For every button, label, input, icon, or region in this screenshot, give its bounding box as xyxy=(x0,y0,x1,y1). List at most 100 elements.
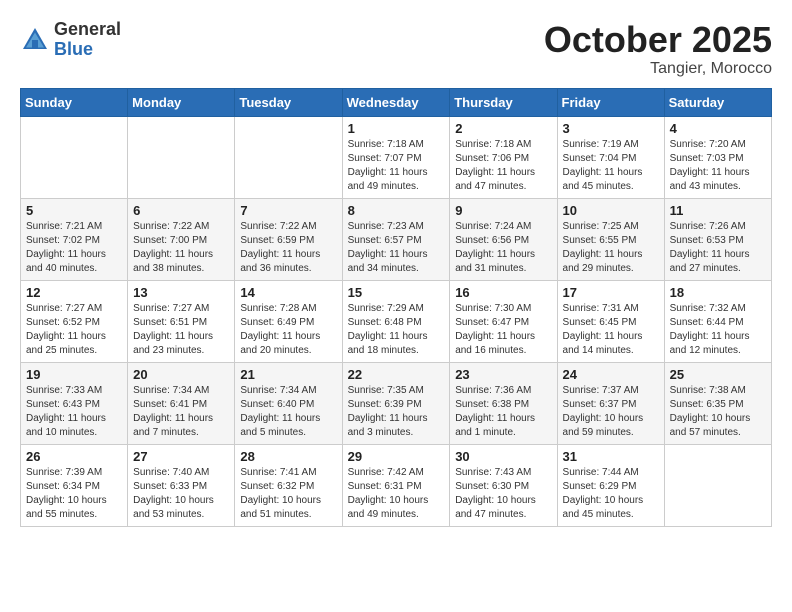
calendar-cell: 22 Sunrise: 7:35 AM Sunset: 6:39 PM Dayli… xyxy=(342,362,450,444)
calendar-cell: 17 Sunrise: 7:31 AM Sunset: 6:45 PM Dayli… xyxy=(557,280,664,362)
day-info: Sunrise: 7:29 AM Sunset: 6:48 PM Dayligh… xyxy=(348,302,445,358)
day-number: 18 xyxy=(670,285,766,300)
calendar-cell: 6 Sunrise: 7:22 AM Sunset: 7:00 PM Daylig… xyxy=(128,198,235,280)
calendar-week-row: 12 Sunrise: 7:27 AM Sunset: 6:52 PM Dayli… xyxy=(21,280,772,362)
calendar-cell: 30Sunrise: 7:43 AM Sunset: 6:30 PM Dayli… xyxy=(450,444,557,526)
day-number: 30 xyxy=(455,449,551,464)
day-info: Sunrise: 7:27 AM Sunset: 6:51 PM Dayligh… xyxy=(133,302,229,358)
calendar-cell: 5Sunrise: 7:21 AM Sunset: 7:02 PM Daylig… xyxy=(21,198,128,280)
calendar-cell: 18 Sunrise: 7:32 AM Sunset: 6:44 PM Dayli… xyxy=(664,280,771,362)
day-info: Sunrise: 7:44 AM Sunset: 6:29 PM Dayligh… xyxy=(563,466,659,522)
day-info: Sunrise: 7:32 AM Sunset: 6:44 PM Dayligh… xyxy=(670,302,766,358)
day-info: Sunrise: 7:19 AM Sunset: 7:04 PM Dayligh… xyxy=(563,138,659,194)
title-block: October 2025 Tangier, Morocco xyxy=(544,20,772,78)
day-number: 2 xyxy=(455,121,551,136)
day-info: Sunrise: 7:36 AM Sunset: 6:38 PM Dayligh… xyxy=(455,384,551,440)
calendar-cell: 4 Sunrise: 7:20 AM Sunset: 7:03 PM Daylig… xyxy=(664,116,771,198)
day-number: 4 xyxy=(670,121,766,136)
calendar-cell: 26Sunrise: 7:39 AM Sunset: 6:34 PM Dayli… xyxy=(21,444,128,526)
day-number: 3 xyxy=(563,121,659,136)
day-info: Sunrise: 7:34 AM Sunset: 6:41 PM Dayligh… xyxy=(133,384,229,440)
weekday-header-row: SundayMondayTuesdayWednesdayThursdayFrid… xyxy=(21,88,772,116)
calendar-cell: 29Sunrise: 7:42 AM Sunset: 6:31 PM Dayli… xyxy=(342,444,450,526)
calendar-cell: 3 Sunrise: 7:19 AM Sunset: 7:04 PM Daylig… xyxy=(557,116,664,198)
day-info: Sunrise: 7:30 AM Sunset: 6:47 PM Dayligh… xyxy=(455,302,551,358)
calendar-cell: 14 Sunrise: 7:28 AM Sunset: 6:49 PM Dayli… xyxy=(235,280,342,362)
calendar-cell: 10 Sunrise: 7:25 AM Sunset: 6:55 PM Dayli… xyxy=(557,198,664,280)
day-info: Sunrise: 7:18 AM Sunset: 7:07 PM Dayligh… xyxy=(348,138,445,194)
logo: General Blue xyxy=(20,20,121,60)
day-number: 28 xyxy=(240,449,336,464)
day-info: Sunrise: 7:20 AM Sunset: 7:03 PM Dayligh… xyxy=(670,138,766,194)
day-number: 9 xyxy=(455,203,551,218)
day-number: 17 xyxy=(563,285,659,300)
day-number: 8 xyxy=(348,203,445,218)
day-info: Sunrise: 7:25 AM Sunset: 6:55 PM Dayligh… xyxy=(563,220,659,276)
day-number: 14 xyxy=(240,285,336,300)
calendar-table: SundayMondayTuesdayWednesdayThursdayFrid… xyxy=(20,88,772,527)
day-info: Sunrise: 7:28 AM Sunset: 6:49 PM Dayligh… xyxy=(240,302,336,358)
day-number: 22 xyxy=(348,367,445,382)
calendar-cell: 20 Sunrise: 7:34 AM Sunset: 6:41 PM Dayli… xyxy=(128,362,235,444)
calendar-cell: 16 Sunrise: 7:30 AM Sunset: 6:47 PM Dayli… xyxy=(450,280,557,362)
calendar-cell: 28Sunrise: 7:41 AM Sunset: 6:32 PM Dayli… xyxy=(235,444,342,526)
calendar-cell: 19 Sunrise: 7:33 AM Sunset: 6:43 PM Dayli… xyxy=(21,362,128,444)
weekday-header: Thursday xyxy=(450,88,557,116)
month-title: October 2025 xyxy=(544,20,772,60)
day-info: Sunrise: 7:40 AM Sunset: 6:33 PM Dayligh… xyxy=(133,466,229,522)
day-number: 29 xyxy=(348,449,445,464)
day-number: 15 xyxy=(348,285,445,300)
calendar-cell: 2Sunrise: 7:18 AM Sunset: 7:06 PM Daylig… xyxy=(450,116,557,198)
day-info: Sunrise: 7:31 AM Sunset: 6:45 PM Dayligh… xyxy=(563,302,659,358)
calendar-cell xyxy=(235,116,342,198)
day-info: Sunrise: 7:34 AM Sunset: 6:40 PM Dayligh… xyxy=(240,384,336,440)
weekday-header: Tuesday xyxy=(235,88,342,116)
day-number: 11 xyxy=(670,203,766,218)
calendar-week-row: 5Sunrise: 7:21 AM Sunset: 7:02 PM Daylig… xyxy=(21,198,772,280)
location-subtitle: Tangier, Morocco xyxy=(544,60,772,78)
day-info: Sunrise: 7:22 AM Sunset: 7:00 PM Dayligh… xyxy=(133,220,229,276)
day-info: Sunrise: 7:35 AM Sunset: 6:39 PM Dayligh… xyxy=(348,384,445,440)
calendar-cell: 27 Sunrise: 7:40 AM Sunset: 6:33 PM Dayli… xyxy=(128,444,235,526)
day-number: 1 xyxy=(348,121,445,136)
calendar-cell: 12 Sunrise: 7:27 AM Sunset: 6:52 PM Dayli… xyxy=(21,280,128,362)
day-number: 27 xyxy=(133,449,229,464)
day-number: 10 xyxy=(563,203,659,218)
day-info: Sunrise: 7:33 AM Sunset: 6:43 PM Dayligh… xyxy=(26,384,122,440)
day-info: Sunrise: 7:27 AM Sunset: 6:52 PM Dayligh… xyxy=(26,302,122,358)
calendar-cell: 31 Sunrise: 7:44 AM Sunset: 6:29 PM Dayli… xyxy=(557,444,664,526)
page-header: General Blue October 2025 Tangier, Moroc… xyxy=(20,20,772,78)
calendar-cell: 15 Sunrise: 7:29 AM Sunset: 6:48 PM Dayli… xyxy=(342,280,450,362)
day-number: 12 xyxy=(26,285,122,300)
day-info: Sunrise: 7:22 AM Sunset: 6:59 PM Dayligh… xyxy=(240,220,336,276)
logo-general: General xyxy=(54,19,121,39)
calendar-cell: 23Sunrise: 7:36 AM Sunset: 6:38 PM Dayli… xyxy=(450,362,557,444)
day-number: 21 xyxy=(240,367,336,382)
calendar-cell: 24Sunrise: 7:37 AM Sunset: 6:37 PM Dayli… xyxy=(557,362,664,444)
weekday-header: Friday xyxy=(557,88,664,116)
day-info: Sunrise: 7:38 AM Sunset: 6:35 PM Dayligh… xyxy=(670,384,766,440)
day-number: 25 xyxy=(670,367,766,382)
day-info: Sunrise: 7:24 AM Sunset: 6:56 PM Dayligh… xyxy=(455,220,551,276)
weekday-header: Wednesday xyxy=(342,88,450,116)
weekday-header: Sunday xyxy=(21,88,128,116)
day-number: 19 xyxy=(26,367,122,382)
calendar-week-row: 26Sunrise: 7:39 AM Sunset: 6:34 PM Dayli… xyxy=(21,444,772,526)
calendar-week-row: 19 Sunrise: 7:33 AM Sunset: 6:43 PM Dayli… xyxy=(21,362,772,444)
calendar-cell: 11Sunrise: 7:26 AM Sunset: 6:53 PM Dayli… xyxy=(664,198,771,280)
calendar-cell: 25 Sunrise: 7:38 AM Sunset: 6:35 PM Dayli… xyxy=(664,362,771,444)
calendar-cell: 9 Sunrise: 7:24 AM Sunset: 6:56 PM Daylig… xyxy=(450,198,557,280)
weekday-header: Monday xyxy=(128,88,235,116)
day-info: Sunrise: 7:37 AM Sunset: 6:37 PM Dayligh… xyxy=(563,384,659,440)
day-number: 20 xyxy=(133,367,229,382)
calendar-cell xyxy=(664,444,771,526)
logo-blue: Blue xyxy=(54,39,93,59)
day-number: 13 xyxy=(133,285,229,300)
calendar-cell: 8Sunrise: 7:23 AM Sunset: 6:57 PM Daylig… xyxy=(342,198,450,280)
day-info: Sunrise: 7:39 AM Sunset: 6:34 PM Dayligh… xyxy=(26,466,122,522)
calendar-cell xyxy=(21,116,128,198)
day-number: 6 xyxy=(133,203,229,218)
day-number: 31 xyxy=(563,449,659,464)
calendar-cell: 13 Sunrise: 7:27 AM Sunset: 6:51 PM Dayli… xyxy=(128,280,235,362)
day-number: 16 xyxy=(455,285,551,300)
